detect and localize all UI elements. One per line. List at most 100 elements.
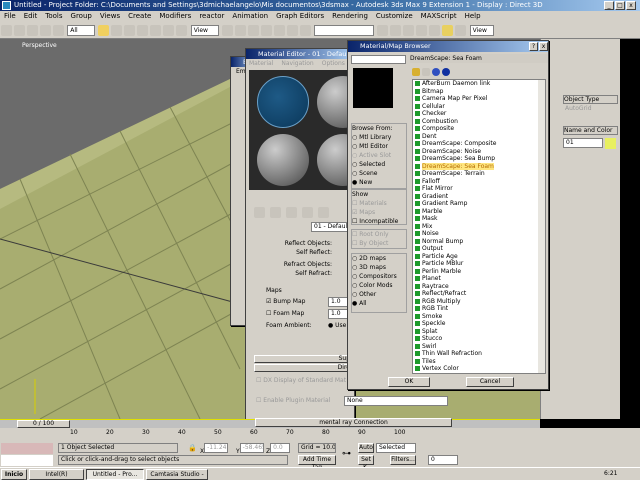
key-mode-dropdown[interactable]: Selected (376, 443, 416, 453)
map-list-item[interactable]: Normal Bump (413, 238, 545, 246)
menu-animation[interactable]: Animation (232, 12, 268, 20)
browse-from-selected-radio[interactable]: ○ Selected (352, 160, 406, 169)
map-list-item[interactable]: Bitmap (413, 88, 545, 96)
map-list-item[interactable]: Particle MBlur (413, 260, 545, 268)
time-slider-thumb[interactable]: 0 / 100 (17, 420, 70, 428)
window-crossing-icon[interactable] (137, 25, 149, 36)
map-list-item[interactable]: Splat (413, 328, 545, 336)
bump-map-checkbox[interactable]: Bump Map (273, 298, 305, 305)
maxscript-input[interactable] (1, 455, 53, 466)
material-editor-menu-navigation[interactable]: Navigation (281, 59, 313, 68)
map-list-item[interactable]: Cellular (413, 103, 545, 111)
task-camtasia[interactable]: Camtasia Studio - ... (146, 469, 208, 480)
ok-button[interactable]: OK (388, 377, 430, 387)
object-type-rollout[interactable]: Object Type (563, 95, 618, 104)
undo-icon[interactable] (1, 25, 12, 36)
foam-ambient-use-radio[interactable]: Use (335, 322, 346, 329)
menu-modifiers[interactable]: Modifiers (159, 12, 191, 20)
mirror-icon[interactable] (377, 25, 389, 36)
task-3dsmax[interactable]: Untitled - Pro... (86, 469, 144, 480)
menu-graph-editors[interactable]: Graph Editors (276, 12, 324, 20)
map-list-item[interactable]: Perlin Marble (413, 268, 545, 276)
autogrid-checkbox[interactable]: AutoGrid (565, 105, 592, 112)
material-editor-window[interactable]: Material Editor - 01 - Default Material N… (245, 48, 369, 430)
map-list-item[interactable]: Tiles (413, 358, 545, 366)
spinner-snap-icon[interactable] (286, 25, 298, 36)
map-list-scrollbar[interactable] (538, 80, 545, 373)
map-list-item[interactable]: Marble (413, 208, 545, 216)
track-bar[interactable]: 10 20 30 40 50 60 70 80 90 100 (0, 428, 640, 442)
map-list-item[interactable]: Falloff (413, 178, 545, 186)
view-large-icons-icon[interactable] (442, 68, 450, 76)
curve-editor-icon[interactable] (416, 25, 428, 36)
maxscript-listener-mini[interactable] (1, 443, 53, 454)
redo-icon[interactable] (14, 25, 25, 36)
z-coordinate[interactable]: 0.0 (270, 443, 291, 453)
material-map-browser-window[interactable]: Material/Map Browser ? x DreamScape: Sea… (347, 40, 549, 390)
menu-edit[interactable]: Edit (24, 12, 38, 20)
bind-space-warp-icon[interactable] (53, 25, 64, 36)
map-list-item[interactable]: Smoke (413, 313, 545, 321)
map-list-item[interactable]: DreamScape: Sea Foam (413, 162, 545, 171)
add-time-tag-button[interactable]: Add Time Tag (298, 455, 336, 471)
map-list-item[interactable]: Gradient Ramp (413, 200, 545, 208)
category-all-radio[interactable]: ● All (352, 299, 406, 308)
material-editor-menu-options[interactable]: Options (322, 59, 345, 68)
root-only-checkbox[interactable]: ☐ Root Only (352, 230, 406, 239)
view-small-icons-icon[interactable] (432, 68, 440, 76)
menu-group[interactable]: Group (71, 12, 92, 20)
reset-map-icon[interactable] (302, 207, 313, 218)
view-list-icons-icon[interactable] (422, 68, 430, 76)
auto-key-button[interactable]: Auto (358, 443, 374, 453)
map-list-item[interactable]: Gradient (413, 193, 545, 201)
map-list-item[interactable]: Raytrace (413, 283, 545, 291)
maximize-button[interactable]: □ (615, 1, 625, 10)
view-list-icon[interactable] (412, 68, 420, 76)
supersampling-rollout[interactable]: Sup (254, 355, 354, 363)
start-button[interactable]: Inicio (1, 469, 27, 480)
map-list-item[interactable]: Mix (413, 223, 545, 231)
move-icon[interactable] (150, 25, 162, 36)
name-color-rollout[interactable]: Name and Color (563, 126, 618, 135)
material-editor-menu-material[interactable]: Material (249, 59, 273, 68)
map-list[interactable]: AfterBurn Daemon link Bitmap Camera Map Pe… (412, 79, 546, 374)
assign-material-icon[interactable] (286, 207, 297, 218)
browser-search-input[interactable] (351, 55, 406, 64)
map-list-item[interactable]: Planet (413, 275, 545, 283)
map-list-item[interactable]: RGB Tint (413, 305, 545, 313)
foam-map-checkbox[interactable]: Foam Map (273, 310, 304, 317)
browse-from-active-slot-radio[interactable]: ○ Active Slot (352, 151, 406, 160)
key-filters-button[interactable]: Filters... (390, 455, 416, 465)
unlink-icon[interactable] (40, 25, 51, 36)
map-list-item[interactable]: Composite (413, 125, 545, 133)
directx-rollout[interactable]: Dire (254, 364, 354, 372)
map-list-item[interactable]: DreamScape: Terrain (413, 170, 545, 178)
object-name-input[interactable]: 01 (563, 138, 603, 148)
map-list-item[interactable]: Checker (413, 110, 545, 118)
map-list-item[interactable]: DreamScape: Sea Bump (413, 155, 545, 163)
show-maps-checkbox[interactable]: ☑ Maps (352, 208, 406, 217)
named-selection-icon[interactable] (299, 25, 311, 36)
align-icon[interactable] (390, 25, 402, 36)
menu-customize[interactable]: Customize (376, 12, 413, 20)
menu-reactor[interactable]: reactor (199, 12, 224, 20)
browse-from-mtl-editor-radio[interactable]: ○ Mtl Editor (352, 142, 406, 151)
show-incompatible-checkbox[interactable]: ☐ Incompatible (352, 217, 406, 226)
reference-coordinate-dropdown[interactable]: View (190, 25, 219, 36)
map-list-item[interactable]: Camera Map Per Pixel (413, 95, 545, 103)
plugin-material-dropdown[interactable]: None (344, 396, 448, 406)
sample-slot-3[interactable] (257, 134, 309, 186)
enable-plugin-checkbox[interactable]: ☐ Enable Plugin Material (256, 396, 330, 405)
menu-create[interactable]: Create (128, 12, 151, 20)
render-scene-icon[interactable] (455, 25, 467, 36)
browse-from-mtl-library-radio[interactable]: ○ Mtl Library (352, 133, 406, 142)
lock-selection-icon[interactable]: 🔒 (188, 444, 197, 452)
selection-region-icon[interactable] (124, 25, 136, 36)
map-list-item[interactable]: RGB Multiply (413, 298, 545, 306)
menu-tools[interactable]: Tools (45, 12, 62, 20)
y-coordinate[interactable]: -58.465 (239, 443, 264, 453)
angle-snap-icon[interactable] (260, 25, 272, 36)
viewport-label[interactable]: Perspective (22, 42, 57, 49)
put-to-scene-icon[interactable] (270, 207, 281, 218)
browser-close-button[interactable]: x (539, 42, 548, 51)
